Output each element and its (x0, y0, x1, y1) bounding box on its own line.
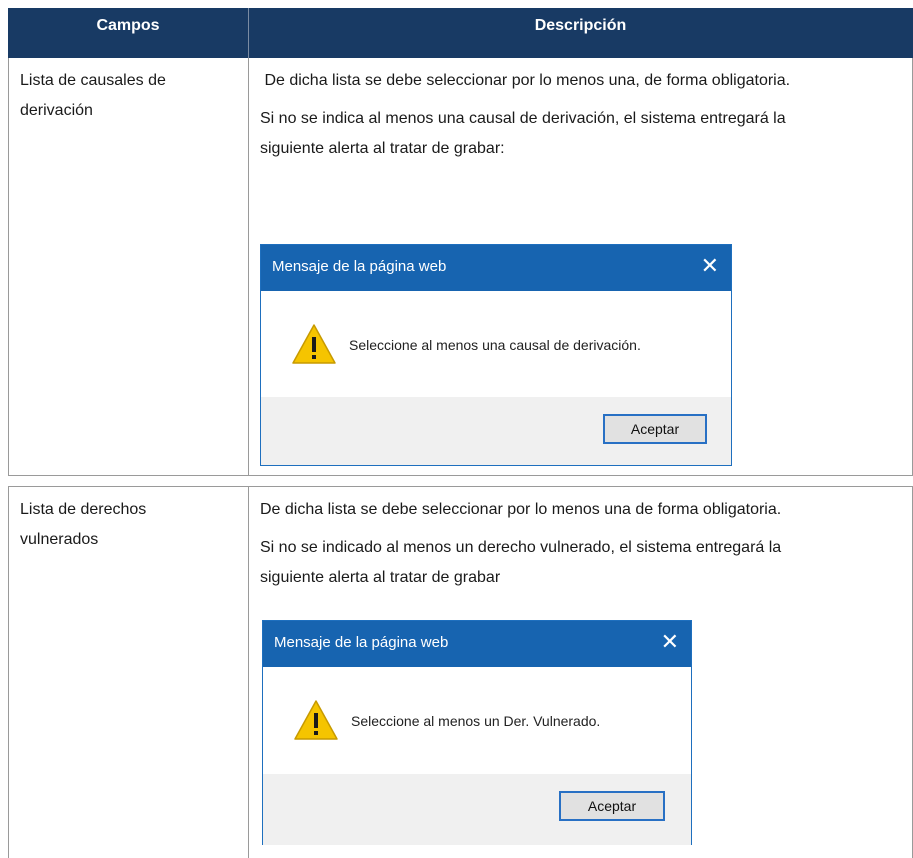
field-label-line: derivación (20, 102, 93, 119)
dialog-title: Mensaje de la página web (272, 258, 447, 275)
field-label-line: vulnerados (20, 531, 99, 548)
description-line: siguiente alerta al tratar de grabar: (260, 140, 505, 157)
close-icon[interactable]: ✕ (661, 629, 679, 655)
table-header: Campos Descripción (8, 8, 913, 58)
alert-dialog: Mensaje de la página web ✕ Seleccione al… (260, 244, 732, 466)
description-line: Si no se indicado al menos un derecho vu… (260, 539, 782, 556)
aceptar-button[interactable]: Aceptar (603, 414, 707, 444)
column-divider (248, 487, 249, 858)
dialog-title: Mensaje de la página web (274, 634, 449, 651)
dialog-titlebar: Mensaje de la página web ✕ (261, 245, 731, 291)
field-label-line: Lista de causales de (20, 72, 166, 89)
description-line: Si no se indica al menos una causal de d… (260, 110, 786, 127)
description-derechos: De dicha lista se debe seleccionar por l… (260, 495, 910, 593)
dialog-footer: Aceptar (261, 397, 731, 465)
field-label-derechos: Lista de derechos vulnerados (20, 495, 220, 555)
aceptar-button[interactable]: Aceptar (559, 791, 665, 821)
dialog-message: Seleccione al menos una causal de deriva… (349, 337, 641, 353)
description-line: siguiente alerta al tratar de grabar (260, 569, 501, 586)
column-divider (248, 58, 249, 475)
table-row: Lista de derechos vulnerados De dicha li… (8, 486, 913, 858)
dialog-titlebar: Mensaje de la página web ✕ (263, 621, 691, 667)
field-label-causales: Lista de causales de derivación (20, 66, 220, 126)
warning-triangle-icon (292, 324, 336, 364)
close-icon[interactable]: ✕ (701, 253, 719, 279)
dialog-message: Seleccione al menos un Der. Vulnerado. (351, 713, 601, 729)
table-row: Lista de causales de derivación De dicha… (8, 58, 913, 476)
header-descripcion: Descripción (534, 17, 627, 34)
description-line: De dicha lista se debe seleccionar por l… (260, 72, 791, 89)
alert-dialog: Mensaje de la página web ✕ Seleccione al… (262, 620, 692, 845)
field-label-line: Lista de derechos (20, 501, 147, 518)
description-causales: De dicha lista se debe seleccionar por l… (260, 66, 910, 164)
dialog-body: Seleccione al menos una causal de deriva… (261, 291, 731, 399)
dialog-body: Seleccione al menos un Der. Vulnerado. (263, 667, 691, 775)
dialog-footer: Aceptar (263, 774, 691, 845)
description-line: De dicha lista se debe seleccionar por l… (260, 501, 782, 518)
warning-triangle-icon (294, 700, 338, 740)
header-campos: Campos (96, 17, 160, 34)
